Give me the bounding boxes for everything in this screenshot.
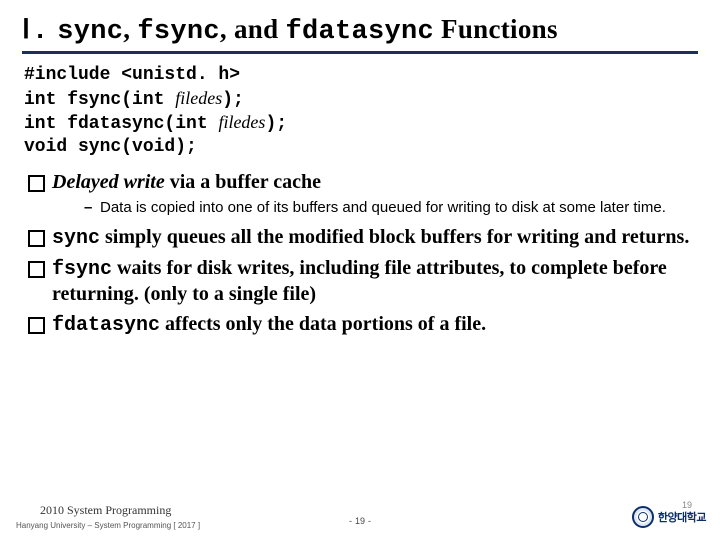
page-dash-right: - [365, 516, 374, 526]
bullet-list: Delayed write via a buffer cache Data is… [26, 170, 698, 338]
code-line-include: #include <unistd. h> [24, 65, 240, 85]
bullet-fdatasync: fdatasync affects only the data portions… [26, 312, 698, 339]
bullet-delayed-write-rest: via a buffer cache [165, 171, 321, 193]
code-arg-filedes-2: filedes [218, 112, 265, 132]
code-arg-filedes-1: filedes [175, 88, 222, 108]
bullet-fsync: fsync waits for disk writes, including f… [26, 256, 698, 308]
bullet-fdatasync-rest: affects only the data portions of a file… [160, 313, 486, 335]
code-block: #include <unistd. h> int fsync(int filed… [24, 64, 698, 158]
bullet-fsync-rest: waits for disk writes, including file at… [52, 257, 667, 306]
title-mono-fdatasync: fdatasync [285, 17, 434, 47]
bullet-delayed-write: Delayed write via a buffer cache Data is… [26, 170, 698, 217]
code-line-sync: void sync(void); [24, 137, 197, 157]
bullet-fdatasync-mono: fdatasync [52, 314, 160, 337]
university-seal-icon [632, 506, 654, 528]
sub-list: Data is copied into one of its buffers a… [84, 198, 698, 218]
footer-page: -19- [346, 516, 374, 526]
university-name: 한양대학교 [658, 509, 706, 525]
sub-bullet-buffer-copy: Data is copied into one of its buffers a… [84, 198, 698, 218]
code-line-fsync-a: int fsync(int [24, 90, 175, 110]
title-section-roman: Ⅰ. [22, 17, 50, 47]
title-bar: Ⅰ. sync, fsync, and fdatasync Functions [22, 14, 698, 54]
bullet-sync: sync simply queues all the modified bloc… [26, 225, 698, 252]
slide-title: Ⅰ. sync, fsync, and fdatasync Functions [22, 14, 698, 47]
title-mono-fsync: fsync [137, 17, 220, 47]
code-line-fsync-b: ); [222, 90, 244, 110]
title-sep2: , and [220, 14, 286, 44]
title-tail: Functions [434, 14, 558, 44]
bullet-sync-mono: sync [52, 227, 100, 250]
footer-course: 2010 System Programming [40, 503, 171, 518]
page-number: 19 [355, 516, 365, 526]
title-mono-sync: sync [57, 17, 123, 47]
bullet-sync-rest: simply queues all the modified block buf… [100, 226, 689, 248]
university-logo: 한양대학교 [632, 506, 706, 528]
code-line-fdatasync-a: int fdatasync(int [24, 114, 218, 134]
footer-dept: Hanyang University – System Programming … [16, 521, 200, 530]
code-line-fdatasync-b: ); [265, 114, 287, 134]
bullet-delayed-write-term: Delayed write [52, 171, 165, 193]
bullet-fsync-mono: fsync [52, 258, 112, 281]
title-sep1: , [123, 14, 137, 44]
page-dash-left: - [346, 516, 355, 526]
slide-root: Ⅰ. sync, fsync, and fdatasync Functions … [0, 0, 720, 540]
footer: 2010 System Programming Hanyang Universi… [0, 498, 720, 532]
